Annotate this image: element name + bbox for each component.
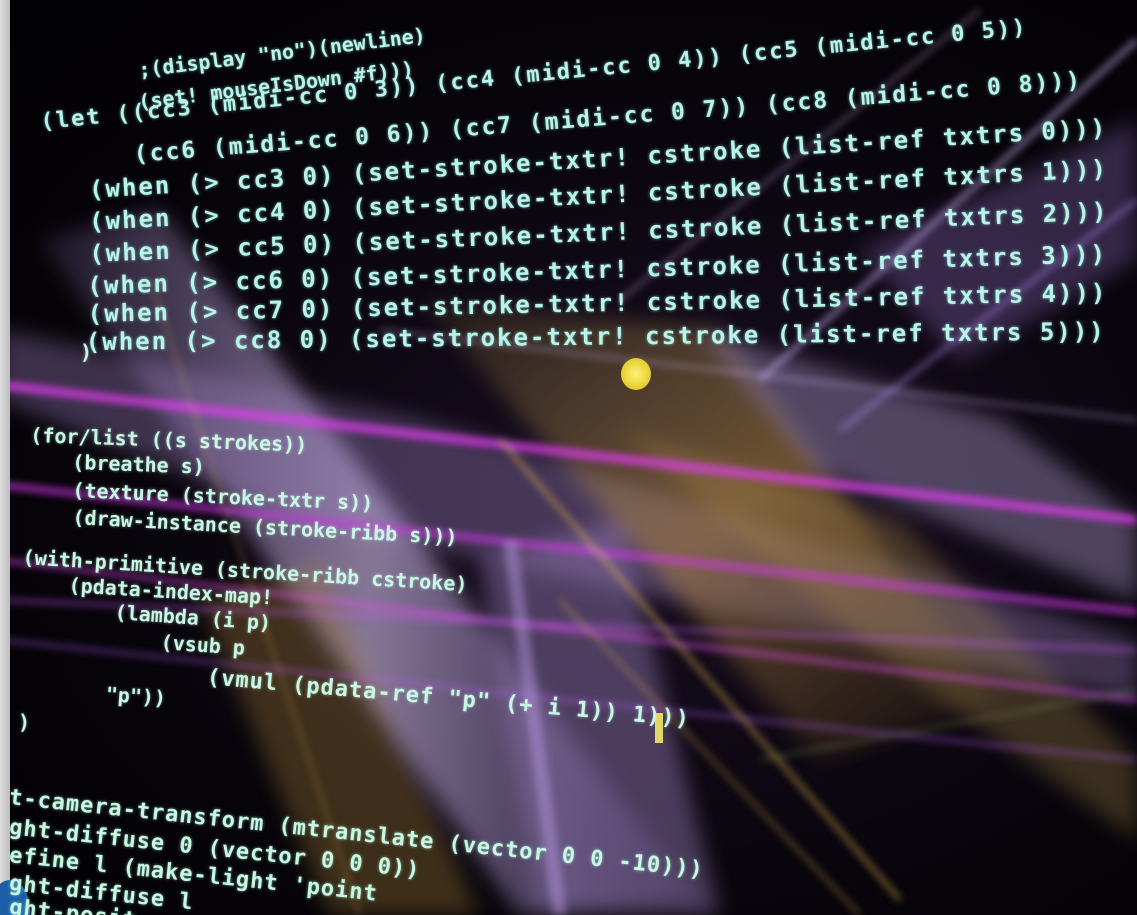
mouse-cursor-icon [621,358,651,390]
code-line-11: ) [80,340,93,364]
left-bezel [0,0,10,915]
code-line-21: "p")) [105,682,167,711]
text-caret [655,713,663,743]
projected-code-scene: ;(display "no")(newline) (set! mouseIsDo… [0,0,1137,915]
code-line-13: (breathe s) [72,450,206,479]
code-line-22: ) [18,710,31,734]
